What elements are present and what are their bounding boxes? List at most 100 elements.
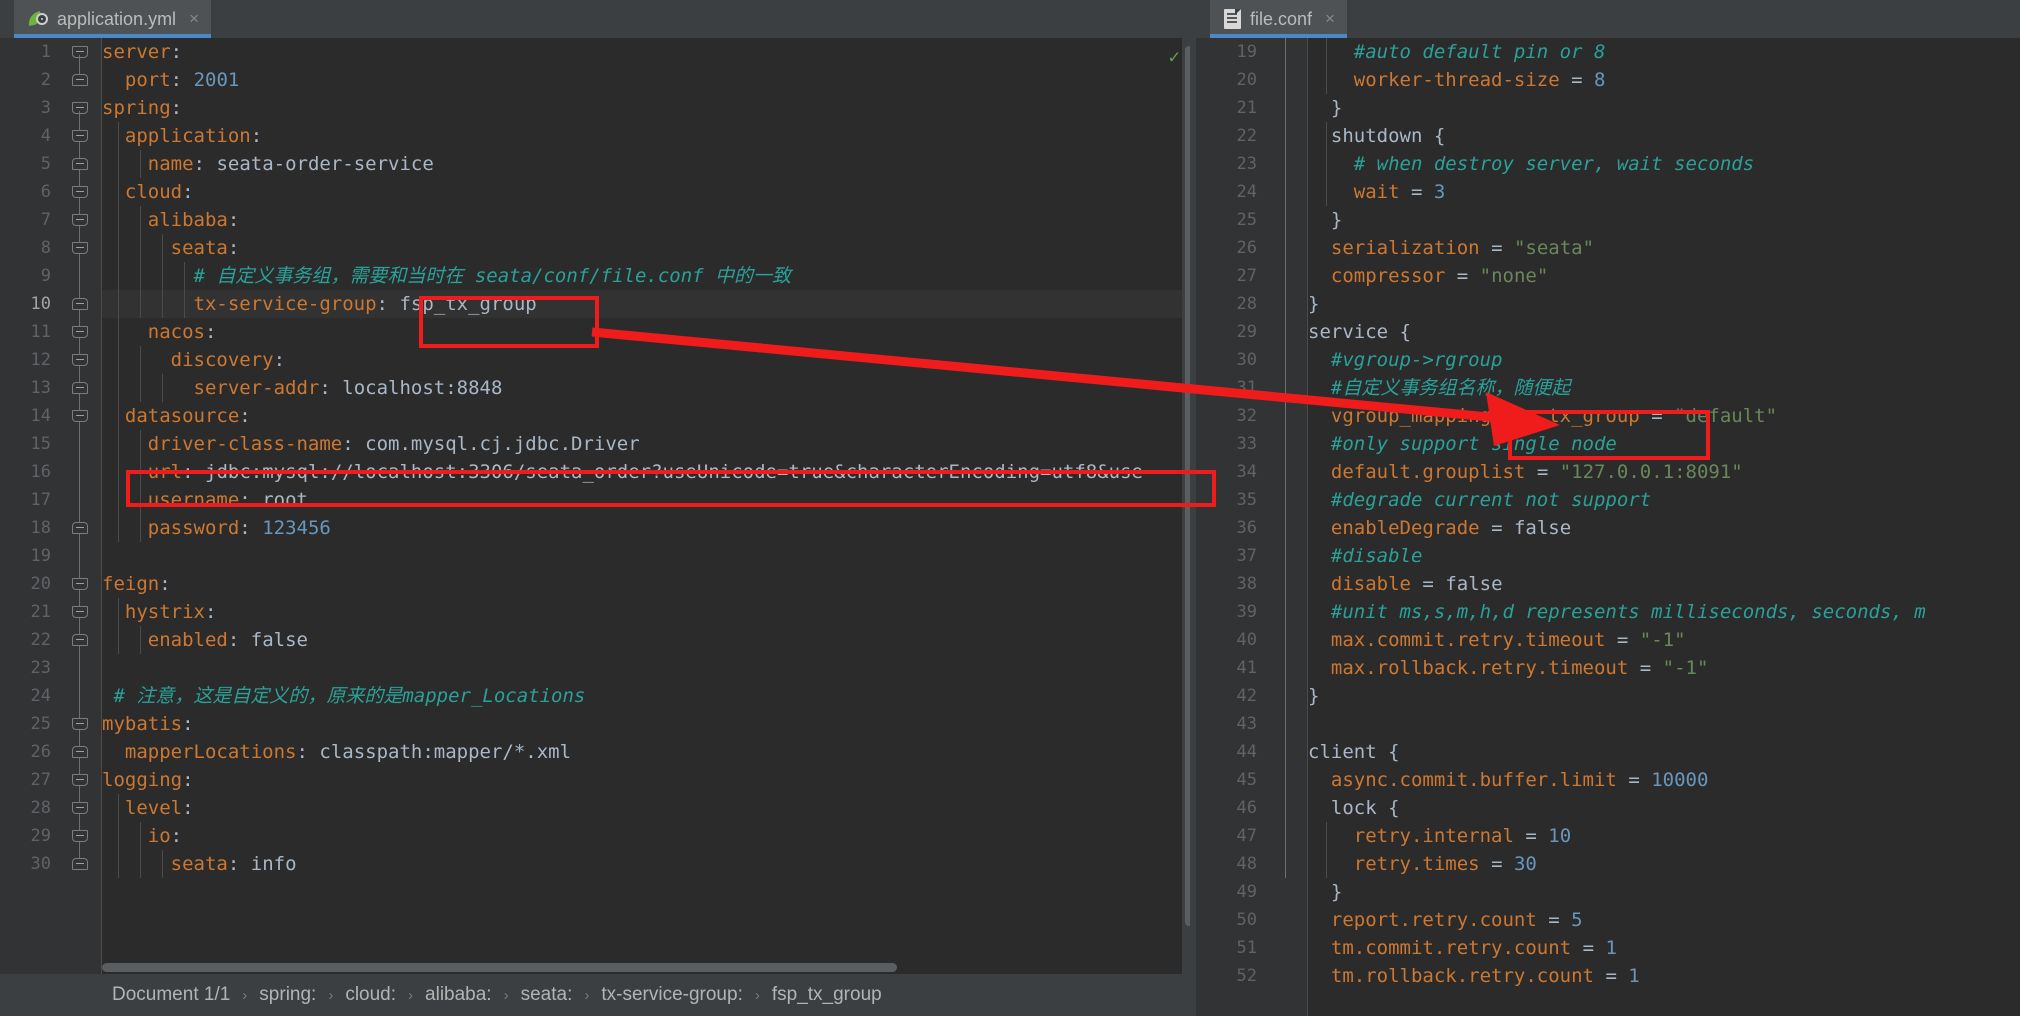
code-line[interactable]: seata: info — [102, 850, 1196, 878]
code-line[interactable]: # 注意，这是自定义的，原来的是mapper_Locations — [102, 682, 1196, 710]
code-line[interactable]: port: 2001 — [102, 66, 1196, 94]
code-line[interactable]: enableDegrade = false — [1308, 514, 2020, 542]
code-line[interactable]: username: root — [102, 486, 1196, 514]
code-line[interactable]: #vgroup->rgroup — [1308, 346, 2020, 374]
code-line[interactable]: vgroup_mapping.fsp_tx_group = "default" — [1308, 402, 2020, 430]
code-line[interactable]: #自定义事务组名称，随便起 — [1308, 374, 2020, 402]
code-line[interactable]: retry.internal = 10 — [1308, 822, 2020, 850]
fold-toggle-icon[interactable] — [72, 326, 88, 338]
inspection-ok-icon[interactable]: ✓ — [1169, 46, 1180, 68]
left-fold-gutter[interactable] — [60, 38, 102, 1016]
fold-toggle-icon[interactable] — [72, 214, 88, 226]
breadcrumb-item[interactable]: cloud: — [345, 984, 396, 1006]
code-line[interactable]: server: — [102, 38, 1196, 66]
code-line[interactable]: #degrade current not support — [1308, 486, 2020, 514]
code-line[interactable]: retry.times = 30 — [1308, 850, 2020, 878]
code-line[interactable]: #auto default pin or 8 — [1308, 38, 2020, 66]
code-line[interactable]: } — [1308, 878, 2020, 906]
code-line[interactable]: name: seata-order-service — [102, 150, 1196, 178]
fold-toggle-icon[interactable] — [72, 410, 88, 422]
code-line[interactable]: max.rollback.retry.timeout = "-1" — [1308, 654, 2020, 682]
code-line[interactable]: compressor = "none" — [1308, 262, 2020, 290]
tab-file-conf[interactable]: file.conf × — [1210, 0, 1347, 38]
fold-toggle-icon[interactable] — [72, 46, 88, 58]
fold-toggle-icon[interactable] — [72, 634, 88, 646]
code-line[interactable]: serialization = "seata" — [1308, 234, 2020, 262]
fold-toggle-icon[interactable] — [72, 102, 88, 114]
code-line[interactable]: worker-thread-size = 8 — [1308, 66, 2020, 94]
left-editor[interactable]: 1 2 3 4 5 6 7 8 9 10 11 12 13 14 15 16 17 18 19 20 21 22 23 24 2… — [0, 38, 1196, 1016]
breadcrumb-item[interactable]: alibaba: — [425, 984, 492, 1006]
fold-toggle-icon[interactable] — [72, 242, 88, 254]
fold-toggle-icon[interactable] — [72, 158, 88, 170]
code-line[interactable]: tm.commit.retry.count = 1 — [1308, 934, 2020, 962]
fold-toggle-icon[interactable] — [72, 746, 88, 758]
code-line[interactable]: io: — [102, 822, 1196, 850]
fold-toggle-icon[interactable] — [72, 718, 88, 730]
left-code-content[interactable]: server: port: 2001 spring: application: n… — [102, 38, 1196, 1016]
code-line[interactable]: service { — [1308, 318, 2020, 346]
fold-toggle-icon[interactable] — [72, 830, 88, 842]
fold-toggle-icon[interactable] — [72, 130, 88, 142]
code-line[interactable]: # when destroy server, wait seconds — [1308, 150, 2020, 178]
fold-toggle-icon[interactable] — [72, 354, 88, 366]
code-line[interactable]: enabled: false — [102, 626, 1196, 654]
fold-toggle-icon[interactable] — [72, 578, 88, 590]
right-editor[interactable]: 19 20 21 22 23 24 25 26 27 28 29 30 31 32 33 34 35 36 37 38… — [1196, 38, 2020, 1016]
fold-toggle-icon[interactable] — [72, 382, 88, 394]
code-line[interactable]: client { — [1308, 738, 2020, 766]
code-line[interactable]: driver-class-name: com.mysql.cj.jdbc.Dri… — [102, 430, 1196, 458]
code-line[interactable]: server-addr: localhost:8848 — [102, 374, 1196, 402]
code-line[interactable]: } — [1308, 94, 2020, 122]
code-line[interactable]: discovery: — [102, 346, 1196, 374]
code-line[interactable]: } — [1308, 682, 2020, 710]
code-line[interactable] — [1308, 710, 2020, 738]
code-line[interactable]: wait = 3 — [1308, 178, 2020, 206]
code-line[interactable]: tm.rollback.retry.count = 1 — [1308, 962, 2020, 990]
code-line[interactable]: password: 123456 — [102, 514, 1196, 542]
code-line[interactable]: level: — [102, 794, 1196, 822]
breadcrumb-item[interactable]: seata: — [521, 984, 573, 1006]
breadcrumb-item[interactable]: tx-service-group: — [601, 984, 743, 1006]
left-horizontal-scrollbar[interactable] — [102, 963, 1176, 972]
close-icon[interactable]: × — [1325, 9, 1335, 29]
breadcrumb-item[interactable]: Document 1/1 — [112, 984, 230, 1006]
code-line[interactable]: logging: — [102, 766, 1196, 794]
fold-toggle-icon[interactable] — [72, 522, 88, 534]
code-line[interactable]: hystrix: — [102, 598, 1196, 626]
right-code-content[interactable]: #auto default pin or 8 worker-thread-siz… — [1308, 38, 2020, 1016]
code-line[interactable]: } — [1308, 206, 2020, 234]
code-line[interactable]: report.retry.count = 5 — [1308, 906, 2020, 934]
fold-toggle-icon[interactable] — [72, 606, 88, 618]
code-line[interactable]: nacos: — [102, 318, 1196, 346]
fold-toggle-icon[interactable] — [72, 298, 88, 310]
code-line[interactable]: #only support single node — [1308, 430, 2020, 458]
code-line[interactable]: #disable — [1308, 542, 2020, 570]
code-line[interactable]: } — [1308, 290, 2020, 318]
code-line[interactable]: alibaba: — [102, 206, 1196, 234]
code-line[interactable]: seata: — [102, 234, 1196, 262]
code-line[interactable]: mybatis: — [102, 710, 1196, 738]
right-fold-gutter[interactable] — [1266, 38, 1308, 1016]
tab-application-yml[interactable]: application.yml × — [14, 0, 211, 38]
code-line[interactable]: spring: — [102, 94, 1196, 122]
code-line[interactable]: default.grouplist = "127.0.0.1:8091" — [1308, 458, 2020, 486]
code-line[interactable]: #unit ms,s,m,h,d represents milliseconds… — [1308, 598, 2020, 626]
close-icon[interactable]: × — [189, 9, 199, 29]
code-line[interactable]: cloud: — [102, 178, 1196, 206]
fold-toggle-icon[interactable] — [72, 186, 88, 198]
fold-toggle-icon[interactable] — [72, 802, 88, 814]
code-line[interactable]: mapperLocations: classpath:mapper/*.xml — [102, 738, 1196, 766]
code-line[interactable]: tx-service-group: fsp_tx_group — [102, 290, 1196, 318]
breadcrumb-item[interactable]: fsp_tx_group — [772, 984, 882, 1006]
breadcrumb-item[interactable]: spring: — [259, 984, 316, 1006]
code-line[interactable]: feign: — [102, 570, 1196, 598]
code-line[interactable]: async.commit.buffer.limit = 10000 — [1308, 766, 2020, 794]
code-line[interactable] — [102, 654, 1196, 682]
code-line[interactable] — [102, 542, 1196, 570]
fold-toggle-icon[interactable] — [72, 774, 88, 786]
code-line[interactable]: url: jdbc:mysql://localhost:3306/seata_o… — [102, 458, 1196, 486]
fold-toggle-icon[interactable] — [72, 74, 88, 86]
code-line[interactable]: # 自定义事务组，需要和当时在 seata/conf/file.conf 中的一… — [102, 262, 1196, 290]
code-line[interactable]: disable = false — [1308, 570, 2020, 598]
